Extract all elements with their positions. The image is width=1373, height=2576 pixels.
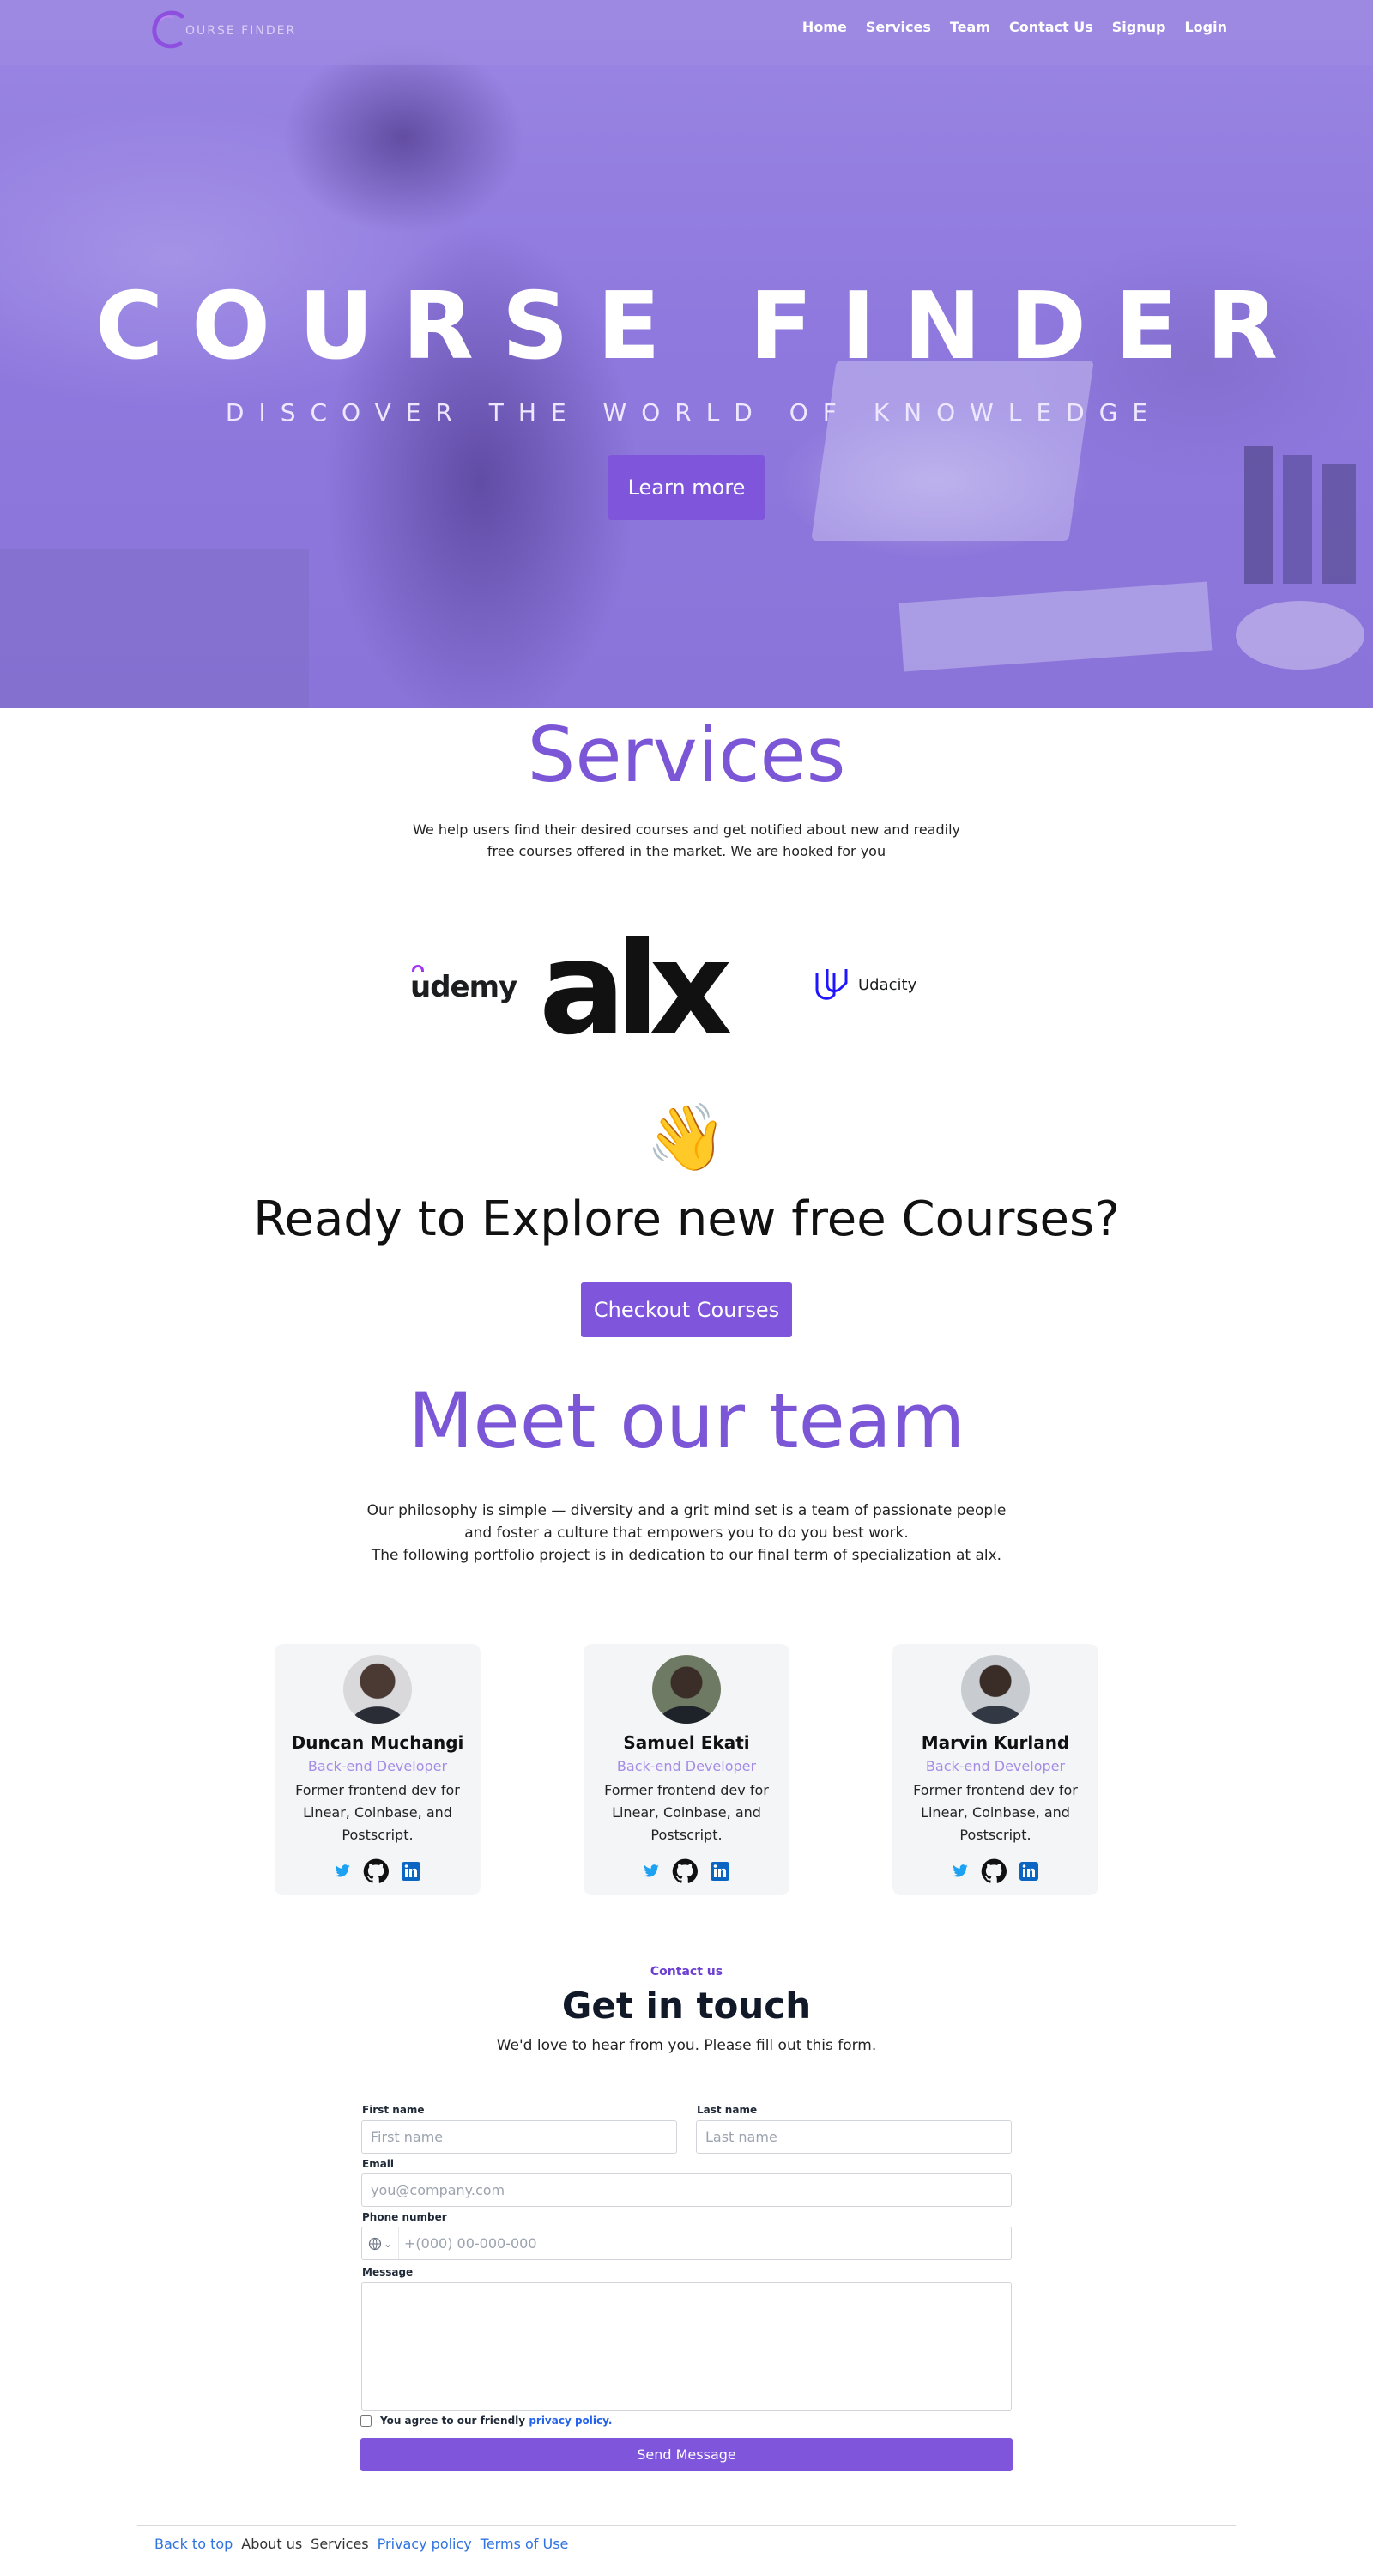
hero-background-laptop	[811, 361, 1094, 541]
social-links	[584, 1858, 789, 1884]
hero-title: COURSE FINDER	[94, 273, 1307, 380]
phone-field-wrapper: ⌄	[361, 2227, 1012, 2260]
phone-label: Phone number	[362, 2211, 447, 2223]
social-links	[892, 1858, 1098, 1884]
chevron-down-icon: ⌄	[383, 2237, 393, 2250]
navbar: OURSE FINDER Home Services Team Contact …	[0, 0, 1373, 65]
nav-links: Home Services Team Contact Us Signup Log…	[802, 19, 1227, 35]
team-description-line: Our philosophy is simple — diversity and…	[366, 1502, 1007, 1542]
phone-field[interactable]	[398, 2227, 1009, 2259]
partner-logos: udemy alx Udacity	[0, 931, 1373, 1043]
privacy-policy-link[interactable]: privacy policy.	[529, 2415, 612, 2427]
last-name-field[interactable]	[696, 2120, 1012, 2154]
alx-logo[interactable]: alx	[539, 936, 741, 1039]
social-links	[275, 1858, 481, 1884]
hero-background-mug	[1236, 601, 1364, 670]
services-title: Services	[527, 711, 846, 799]
udacity-logo-text: Udacity	[858, 975, 917, 994]
linkedin-icon[interactable]	[710, 1861, 730, 1882]
contact-title: Get in touch	[561, 1985, 812, 2027]
github-icon[interactable]	[981, 1858, 1007, 1884]
team-description-line: The following portfolio project is in de…	[371, 1547, 1002, 1564]
member-bio: Former frontend dev for Linear, Coinbase…	[295, 1782, 460, 1843]
nav-contact-us[interactable]: Contact Us	[1009, 19, 1093, 35]
first-name-label: First name	[362, 2104, 425, 2116]
linkedin-icon[interactable]	[401, 1861, 421, 1882]
learn-more-button[interactable]: Learn more	[608, 455, 765, 520]
hero-background-book	[1322, 464, 1356, 584]
hero-background-notebook	[898, 581, 1213, 672]
udemy-hat-icon	[412, 965, 424, 972]
agree-text: You agree to our friendly	[380, 2415, 526, 2427]
checkout-courses-button[interactable]: Checkout Courses	[581, 1282, 792, 1337]
team-card: Duncan Muchangi Back-end Developer Forme…	[275, 1644, 481, 1895]
footer-back-to-top[interactable]: Back to top	[154, 2536, 233, 2552]
nav-signup[interactable]: Signup	[1112, 19, 1166, 35]
udemy-logo[interactable]: udemy	[410, 965, 517, 1004]
github-icon[interactable]	[672, 1858, 698, 1884]
team-card: Marvin Kurland Back-end Developer Former…	[892, 1644, 1098, 1895]
email-field[interactable]	[361, 2173, 1012, 2207]
hero-subtitle: DISCOVER THE WORLD OF KNOWLEDGE	[225, 398, 1163, 427]
privacy-agreement-text: You agree to our friendly privacy policy…	[380, 2415, 612, 2427]
footer-links: Back to top About us Services Privacy po…	[154, 2536, 568, 2552]
message-field[interactable]	[361, 2282, 1012, 2411]
privacy-checkbox[interactable]	[360, 2415, 372, 2427]
twitter-icon[interactable]	[334, 1864, 351, 1878]
first-name-field[interactable]	[361, 2120, 677, 2154]
member-role: Back-end Developer	[307, 1758, 448, 1774]
avatar	[961, 1655, 1030, 1724]
contact-subtitle: We'd love to hear from you. Please fill …	[496, 2037, 877, 2054]
footer-privacy-policy[interactable]: Privacy policy	[378, 2536, 472, 2552]
nav-login[interactable]: Login	[1184, 19, 1227, 35]
last-name-label: Last name	[697, 2104, 758, 2116]
brand-name: OURSE FINDER	[185, 24, 297, 38]
nav-team[interactable]: Team	[950, 19, 990, 35]
twitter-icon[interactable]	[643, 1864, 660, 1878]
hero-section: OURSE FINDER Home Services Team Contact …	[0, 0, 1373, 708]
github-icon[interactable]	[363, 1858, 389, 1884]
udemy-logo-text: udemy	[410, 970, 517, 1004]
member-role: Back-end Developer	[616, 1758, 757, 1774]
footer-divider	[137, 2525, 1236, 2526]
linkedin-icon[interactable]	[1019, 1861, 1039, 1882]
cta-title: Ready to Explore new free Courses?	[253, 1191, 1120, 1247]
privacy-agreement: You agree to our friendly privacy policy…	[360, 2415, 612, 2427]
udacity-logo[interactable]: Udacity	[814, 966, 916, 1003]
hero-background-shape	[0, 549, 309, 708]
message-label: Message	[362, 2266, 414, 2278]
footer-about-us[interactable]: About us	[241, 2536, 302, 2552]
team-description: Our philosophy is simple — diversity and…	[360, 1500, 1013, 1567]
footer-terms-of-use[interactable]: Terms of Use	[481, 2536, 569, 2552]
member-name: Samuel Ekati	[623, 1732, 750, 1753]
nav-services[interactable]: Services	[866, 19, 931, 35]
member-bio: Former frontend dev for Linear, Coinbase…	[604, 1782, 769, 1843]
country-code-select[interactable]: ⌄	[362, 2227, 398, 2259]
hero-background-book	[1283, 455, 1312, 584]
hero-background-book	[1244, 446, 1273, 584]
send-message-button[interactable]: Send Message	[360, 2438, 1013, 2471]
member-bio: Former frontend dev for Linear, Coinbase…	[913, 1782, 1078, 1843]
team-title: Meet our team	[408, 1377, 965, 1465]
waving-hand-emoji: 👋	[645, 1099, 728, 1175]
contact-kicker: Contact us	[650, 1965, 723, 1979]
member-name: Marvin Kurland	[921, 1732, 1070, 1753]
twitter-icon[interactable]	[952, 1864, 969, 1878]
alx-logo-text: alx	[539, 936, 731, 1039]
services-description: We help users find their desired courses…	[413, 821, 960, 859]
phone-icon	[368, 2237, 382, 2250]
email-label: Email	[362, 2158, 395, 2170]
avatar	[652, 1655, 721, 1724]
avatar	[343, 1655, 412, 1724]
team-card: Samuel Ekati Back-end Developer Former f…	[584, 1644, 789, 1895]
footer-services[interactable]: Services	[311, 2536, 368, 2552]
nav-home[interactable]: Home	[802, 19, 847, 35]
udacity-logo-icon	[815, 969, 848, 1000]
member-role: Back-end Developer	[925, 1758, 1066, 1774]
member-name: Duncan Muchangi	[291, 1732, 464, 1753]
brand[interactable]: OURSE FINDER	[148, 7, 296, 55]
